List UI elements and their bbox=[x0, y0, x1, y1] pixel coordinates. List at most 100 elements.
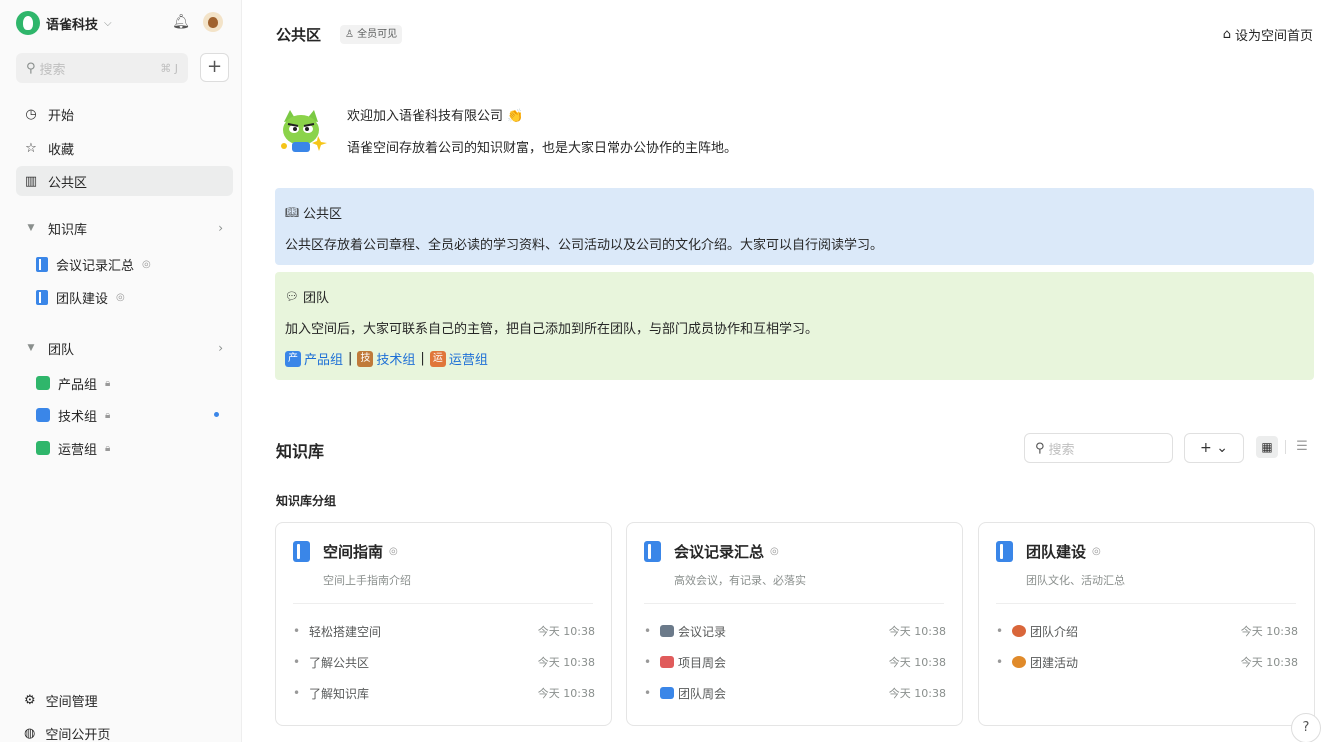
divider bbox=[996, 603, 1296, 604]
grid-view-icon[interactable]: ▦ bbox=[1256, 436, 1278, 458]
sidebar-item-product-team[interactable]: 产品组 🔒︎ bbox=[36, 369, 233, 397]
doc-row[interactable]: • 会议记录 今天 10:38 bbox=[644, 621, 946, 641]
nav-start[interactable]: ◷ 开始 bbox=[16, 99, 233, 129]
sidebar-item-label: 产品组 bbox=[58, 377, 98, 393]
bottom-item-label: 空间公开页 bbox=[45, 727, 111, 742]
book-icon bbox=[36, 256, 48, 272]
section-knowledge-base[interactable]: ▼ 知识库 › bbox=[16, 214, 233, 242]
team-links: 产 产品组 | 技 技术组 | 运 运营组 bbox=[285, 349, 488, 368]
search-icon: ⚲ bbox=[26, 60, 36, 76]
bell-icon[interactable]: 🔔︎ bbox=[172, 13, 190, 31]
list-view-icon[interactable]: ☰ bbox=[1294, 436, 1310, 458]
person-emoji-icon bbox=[1012, 625, 1026, 637]
search-shortcut: ⌘ J bbox=[160, 61, 178, 75]
doc-row[interactable]: • 轻松搭建空间 今天 10:38 bbox=[293, 621, 595, 641]
space-public-page[interactable]: ◍ 空间公开页 bbox=[16, 719, 110, 742]
public-icon: ◎ bbox=[1092, 546, 1101, 557]
visibility-label: 全员可见 bbox=[357, 29, 398, 40]
kb-group-label: 知识库分组 bbox=[276, 494, 337, 508]
doc-row[interactable]: • 团队介绍 今天 10:38 bbox=[996, 621, 1298, 641]
new-button[interactable]: + bbox=[200, 53, 229, 82]
sidebar: 语雀科技 ⌵ 🔔︎ ⚲ 搜索 ⌘ J + ◷ 开始 ☆ 收藏 ▥ 公共区 ▼ 知… bbox=[0, 0, 242, 742]
kb-card-title-text: 空间指南 bbox=[323, 543, 384, 561]
doc-time: 今天 10:38 bbox=[537, 625, 595, 638]
book-icon bbox=[996, 541, 1013, 562]
bullet: • bbox=[644, 624, 652, 638]
sidebar-item-tech-team[interactable]: 技术组 🔒︎ bbox=[36, 401, 233, 429]
gear-icon: ⚙ bbox=[24, 692, 36, 708]
team-link-label: 技术组 bbox=[376, 353, 416, 368]
doc-title: 项目周会 bbox=[678, 655, 727, 670]
team-callout: 💬︎ 团队 加入空间后，大家可联系自己的主管，把自己添加到所在团队，与部门成员协… bbox=[275, 272, 1314, 380]
org-switcher[interactable]: 语雀科技 ⌵ bbox=[16, 10, 112, 36]
public-icon: ◎ bbox=[389, 546, 398, 557]
doc-row[interactable]: • 团建活动 今天 10:38 bbox=[996, 652, 1298, 672]
visibility-badge[interactable]: ♙ 全员可见 bbox=[340, 25, 403, 44]
separator: | bbox=[420, 351, 425, 366]
book-open-icon: 📖︎ bbox=[285, 206, 299, 219]
nav-public[interactable]: ▥ 公共区 bbox=[16, 166, 233, 196]
separator: | bbox=[348, 351, 353, 366]
kb-search-input[interactable]: ⚲ 搜索 bbox=[1024, 433, 1173, 463]
chevron-right-icon[interactable]: › bbox=[218, 341, 223, 355]
lock-icon: 🔒︎ bbox=[105, 377, 111, 389]
doc-title: 团建活动 bbox=[1030, 655, 1079, 670]
kb-card-title[interactable]: 团队建设 ◎ bbox=[1026, 541, 1101, 562]
kb-section-title: 知识库 bbox=[276, 442, 325, 461]
growth-icon bbox=[36, 441, 50, 455]
org-logo bbox=[16, 11, 40, 35]
doc-row[interactable]: • 了解公共区 今天 10:38 bbox=[293, 652, 595, 672]
nav-favorites[interactable]: ☆ 收藏 bbox=[16, 133, 233, 163]
callout-heading: 💬︎ 团队 bbox=[285, 287, 329, 306]
sidebar-item-label: 运营组 bbox=[58, 442, 98, 458]
kb-card-title[interactable]: 会议记录汇总 ◎ bbox=[674, 541, 779, 562]
kb-card-guide[interactable]: 空间指南 ◎ 空间上手指南介绍 • 轻松搭建空间 今天 10:38 • 了解公共… bbox=[275, 522, 612, 726]
search-icon: ⚲ bbox=[1035, 440, 1045, 456]
kb-card-title[interactable]: 空间指南 ◎ bbox=[323, 541, 398, 562]
kb-card-meetings[interactable]: 会议记录汇总 ◎ 高效会议，有记录、必落实 • 会议记录 今天 10:38 • … bbox=[626, 522, 963, 726]
team-tag: 运 bbox=[429, 350, 446, 367]
set-home-button[interactable]: ⌂ 设为空间首页 bbox=[1223, 25, 1313, 44]
globe-icon: ◍ bbox=[24, 725, 36, 741]
lock-icon: 🔒︎ bbox=[105, 409, 111, 421]
doc-time: 今天 10:38 bbox=[537, 656, 595, 669]
doc-row[interactable]: • 了解知识库 今天 10:38 bbox=[293, 683, 595, 703]
chevron-right-icon[interactable]: › bbox=[218, 221, 223, 235]
sidebar-item-ops-team[interactable]: 运营组 🔒︎ bbox=[36, 434, 233, 462]
kb-card-desc: 空间上手指南介绍 bbox=[323, 574, 411, 587]
divider bbox=[644, 603, 944, 604]
sidebar-item-label: 技术组 bbox=[58, 409, 98, 425]
welcome-subtitle: 语雀空间存放着公司的知识财富，也是大家日常办公协作的主阵地。 bbox=[347, 141, 738, 156]
kb-add-button[interactable]: + ⌄ bbox=[1184, 433, 1244, 463]
unread-dot bbox=[214, 412, 219, 417]
bullet: • bbox=[644, 686, 652, 700]
team-link-product[interactable]: 产 产品组 bbox=[285, 349, 343, 368]
section-teams[interactable]: ▼ 团队 › bbox=[16, 334, 233, 362]
callout-heading: 📖︎ 公共区 bbox=[285, 203, 342, 222]
divider bbox=[1285, 440, 1286, 454]
search-input[interactable]: ⚲ 搜索 ⌘ J bbox=[16, 53, 188, 83]
help-icon[interactable]: ? bbox=[1291, 713, 1321, 742]
callout-heading-text: 团队 bbox=[302, 291, 329, 306]
kb-card-desc: 团队文化、活动汇总 bbox=[1026, 574, 1125, 587]
public-icon: ◎ bbox=[116, 291, 125, 303]
avatar[interactable] bbox=[203, 12, 223, 32]
section-label: 知识库 bbox=[48, 222, 88, 238]
space-settings[interactable]: ⚙ 空间管理 bbox=[16, 686, 98, 714]
sidebar-item-meeting-notes[interactable]: 会议记录汇总 ◎ bbox=[36, 250, 233, 278]
kb-card-desc: 高效会议，有记录、必落实 bbox=[674, 574, 806, 587]
doc-row[interactable]: • 项目周会 今天 10:38 bbox=[644, 652, 946, 672]
kb-card-team-building[interactable]: 团队建设 ◎ 团队文化、活动汇总 • 团队介绍 今天 10:38 • 团建活动 … bbox=[978, 522, 1315, 726]
public-icon: ◎ bbox=[770, 546, 779, 557]
search-placeholder: 搜索 bbox=[39, 62, 66, 78]
caret-down-icon: ▼ bbox=[27, 343, 35, 353]
callout-body: 加入空间后，大家可联系自己的主管，把自己添加到所在团队，与部门成员协作和互相学习… bbox=[285, 322, 819, 337]
doc-title: 了解知识库 bbox=[309, 686, 370, 701]
doc-row[interactable]: • 团队周会 今天 10:38 bbox=[644, 683, 946, 703]
team-link-tech[interactable]: 技 技术组 bbox=[357, 349, 415, 368]
clock-icon: ◷ bbox=[25, 106, 37, 122]
doc-title: 轻松搭建空间 bbox=[309, 624, 382, 639]
sidebar-item-team-building[interactable]: 团队建设 ◎ bbox=[36, 283, 233, 311]
team-link-ops[interactable]: 运 运营组 bbox=[429, 349, 488, 368]
star-icon: ☆ bbox=[25, 140, 37, 156]
